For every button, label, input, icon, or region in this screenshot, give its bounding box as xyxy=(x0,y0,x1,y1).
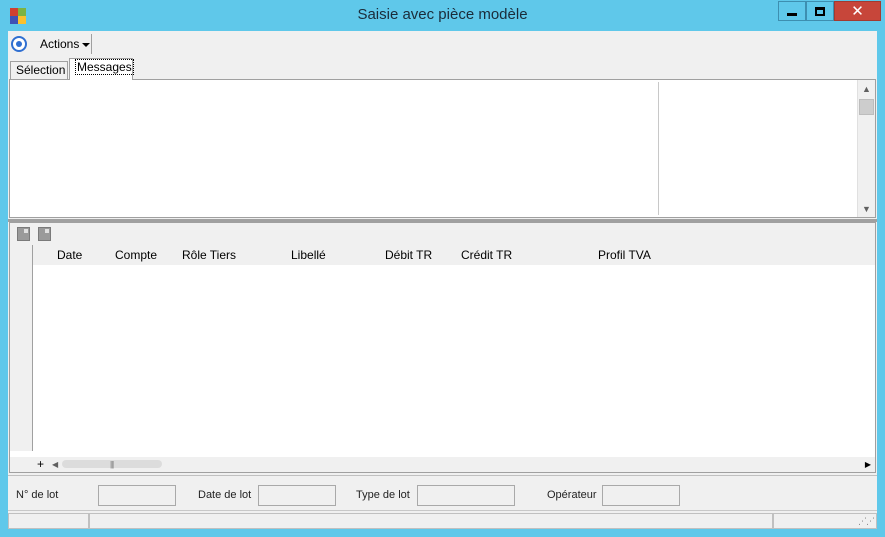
lot-type-field[interactable] xyxy=(417,485,515,506)
tab-selection[interactable]: Sélection xyxy=(10,61,68,79)
chevron-down-icon xyxy=(82,43,91,47)
toolbar-separator xyxy=(91,34,92,54)
actions-label: Actions xyxy=(40,37,80,51)
column-header-date[interactable]: Date xyxy=(57,248,82,262)
title-bar[interactable]: Saisie avec pièce modèle ✕ xyxy=(0,0,885,30)
status-cell-main xyxy=(89,513,773,529)
grid-header: Date Compte Rôle Tiers Libellé Débit TR … xyxy=(10,245,875,265)
column-header-credit-tr[interactable]: Crédit TR xyxy=(461,248,512,262)
column-header-libelle[interactable]: Libellé xyxy=(291,248,326,262)
tab-messages[interactable]: Messages xyxy=(69,58,134,80)
add-row-button[interactable]: + xyxy=(37,457,44,471)
lot-number-field[interactable] xyxy=(98,485,176,506)
scroll-grip-icon: ||| xyxy=(110,460,114,469)
lot-type-label: Type de lot xyxy=(356,489,410,501)
lot-info-bar: N° de lot Date de lot Type de lot Opérat… xyxy=(8,475,877,510)
status-cell-left xyxy=(8,513,89,529)
tab-strip: Sélection Messages xyxy=(8,58,877,80)
grid-horizontal-scrollbar[interactable]: + ◀ ||| ▶ xyxy=(10,457,875,472)
column-header-compte[interactable]: Compte xyxy=(115,248,157,262)
minimize-button[interactable] xyxy=(778,1,806,21)
lot-date-label: Date de lot xyxy=(198,489,252,501)
edit-document-icon[interactable] xyxy=(38,227,51,241)
close-icon: ✕ xyxy=(851,3,864,20)
messages-panel: ▲ ▼ xyxy=(9,79,876,218)
scroll-right-icon[interactable]: ▶ xyxy=(865,460,871,469)
lot-number-label: N° de lot xyxy=(16,489,59,501)
operator-field[interactable] xyxy=(602,485,680,506)
column-header-debit-tr[interactable]: Débit TR xyxy=(385,248,432,262)
window-title: Saisie avec pièce modèle xyxy=(357,6,528,23)
scroll-up-icon[interactable]: ▲ xyxy=(858,80,875,97)
minimize-icon xyxy=(787,12,797,16)
messages-vertical-scrollbar[interactable]: ▲ ▼ xyxy=(857,80,875,217)
operator-label: Opérateur xyxy=(547,489,597,501)
messages-column-divider xyxy=(658,82,659,215)
target-icon[interactable] xyxy=(11,36,27,52)
resize-grip-icon[interactable]: ⋰⋰ xyxy=(858,516,875,527)
column-header-profil-tva[interactable]: Profil TVA xyxy=(598,248,651,262)
actions-menu-button[interactable]: Actions xyxy=(36,33,94,55)
row-header-column xyxy=(10,245,33,451)
maximize-button[interactable] xyxy=(806,1,834,21)
tab-selection-label: Sélection xyxy=(16,63,66,77)
column-header-role-tiers[interactable]: Rôle Tiers xyxy=(182,248,236,262)
status-bar: ⋰⋰ xyxy=(8,510,877,529)
window-client-area: Actions Sélection Messages ▲ ▼ Date Comp… xyxy=(8,31,877,529)
application-window: Saisie avec pièce modèle ✕ Actions Sélec… xyxy=(0,0,885,537)
toolbar: Actions xyxy=(8,31,877,57)
entries-grid: Date Compte Rôle Tiers Libellé Débit TR … xyxy=(9,222,876,473)
maximize-icon xyxy=(815,6,825,16)
grid-toolbar xyxy=(10,223,875,245)
scroll-down-icon[interactable]: ▼ xyxy=(858,200,875,217)
lot-date-field[interactable] xyxy=(258,485,336,506)
tab-messages-label: Messages xyxy=(75,59,134,75)
scroll-left-icon[interactable]: ◀ xyxy=(52,460,58,469)
scroll-thumb[interactable] xyxy=(859,99,874,115)
close-button[interactable]: ✕ xyxy=(834,1,881,21)
new-document-icon[interactable] xyxy=(17,227,30,241)
